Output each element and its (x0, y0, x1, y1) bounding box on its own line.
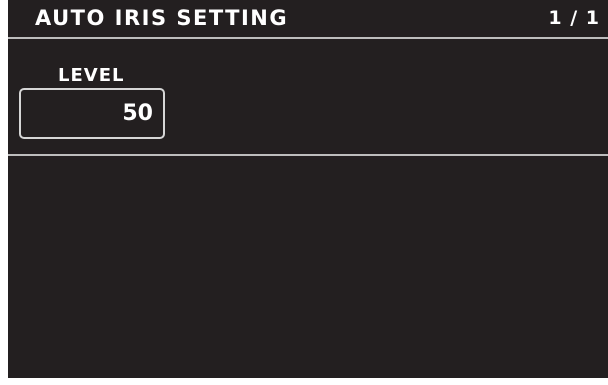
title-divider (8, 37, 608, 39)
level-label: LEVEL (58, 65, 125, 86)
level-value: 50 (122, 101, 153, 126)
menu-title: AUTO IRIS SETTING (35, 6, 289, 30)
level-value-field[interactable]: 50 (19, 88, 165, 139)
menu-screen: AUTO IRIS SETTING 1 / 1 LEVEL 50 (8, 0, 608, 378)
section-divider (8, 154, 608, 156)
page-indicator: 1 / 1 (548, 7, 600, 29)
